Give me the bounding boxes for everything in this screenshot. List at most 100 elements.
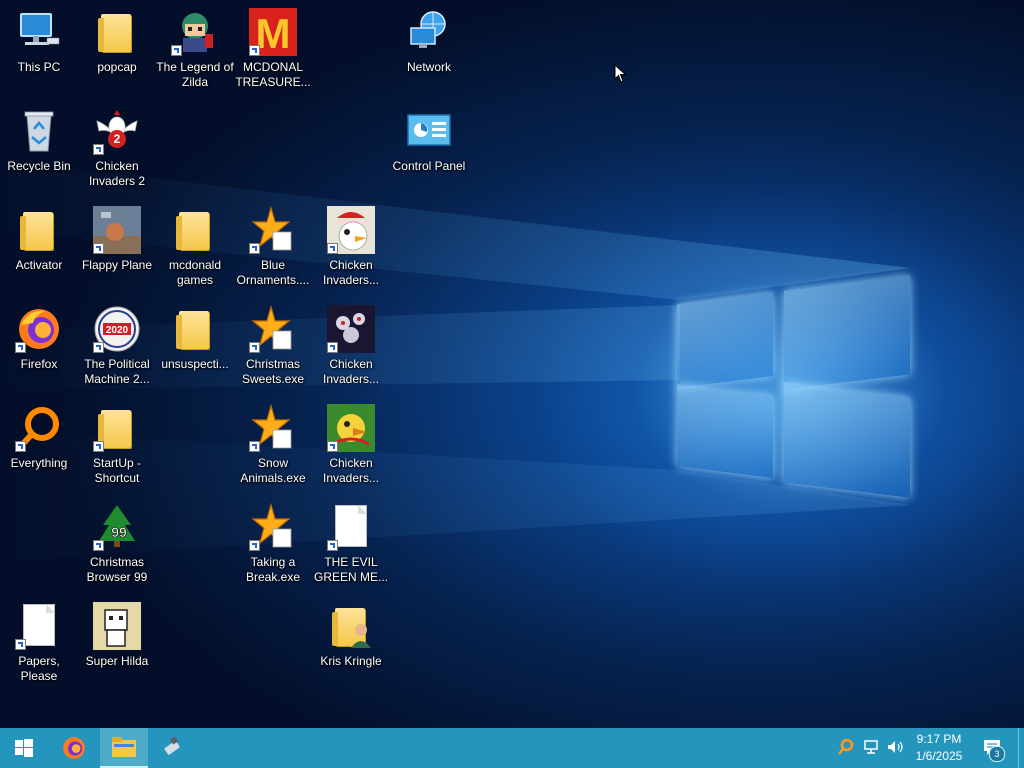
shortcut-arrow-icon [93,144,104,155]
legend-of-zilda-label: The Legend of Zilda [156,60,234,89]
desktop-icon-mcdonal-treasure[interactable]: M MCDONAL TREASURE... [234,8,312,90]
start-button[interactable] [0,728,48,768]
chicken-invaders-icon [327,305,375,353]
shortcut-arrow-icon [249,441,260,452]
shortcut-arrow-icon [171,45,182,56]
this-pc-icon [15,8,63,56]
taskbar-file-explorer-button[interactable] [100,728,148,768]
desktop-icon-chicken-invaders-2[interactable]: 2 Chicken Invaders 2 [78,107,156,189]
flappy-plane-icon [93,206,141,254]
desktop-icon-everything[interactable]: Everything [0,404,78,471]
unsuspecti-label: unsuspecti... [161,357,229,371]
network-label: Network [406,60,451,74]
desktop-icon-kris-kringle[interactable]: Kris Kringle [312,602,390,669]
christmas-sweets-label: Christmas Sweets.exe [241,357,305,386]
logo-pane-top-left [677,292,773,388]
folder-icon [15,206,63,254]
logo-pane-bottom-left [677,384,773,478]
desktop-icon-popcap[interactable]: popcap [78,8,156,75]
taskbar-clock[interactable]: 9:17 PM 1/6/2025 [906,731,972,765]
desktop-icon-blue-ornaments[interactable]: Blue Ornaments.... [234,205,312,288]
desktop-icon-unsuspecti[interactable]: unsuspecti... [156,305,234,372]
desktop-icon-papers-please[interactable]: Papers, Please [0,602,78,684]
desktop-icon-firefox[interactable]: Firefox [0,305,78,372]
desktop-icon-legend-of-zilda[interactable]: The Legend of Zilda [156,8,234,90]
shortcut-arrow-icon [93,441,104,452]
shortcut-arrow-icon [249,540,260,551]
windows-start-icon [15,739,33,757]
desktop-icon-chicken-invaders-c[interactable]: Chicken Invaders... [312,404,390,486]
file-explorer-icon [112,737,136,757]
popcap-game-icon [249,502,297,551]
startup-shortcut-label: StartUp - Shortcut [92,456,141,485]
notification-center-button[interactable]: 3 [982,738,1005,762]
desktop-icon-flappy-plane[interactable]: Flappy Plane [78,206,156,273]
notification-count-badge: 3 [989,746,1005,762]
clock-date: 1/6/2025 [915,749,963,763]
christmas-tree-icon: 99 [93,503,141,551]
desktop-icon-snow-animals[interactable]: Snow Animals.exe [234,403,312,486]
chicken-invaders-icon [327,404,375,452]
desktop-icon-startup-shortcut[interactable]: StartUp - Shortcut [78,404,156,486]
volume-tray-icon[interactable] [885,738,905,758]
usb-drive-icon [164,737,180,755]
mcdonalds-logo-letter: M [256,10,291,56]
taskbar-usb-button[interactable] [150,728,198,768]
shortcut-arrow-icon [249,243,260,254]
desktop-icon-control-panel[interactable]: Control Panel [390,107,468,174]
shortcut-arrow-icon [15,342,26,353]
network-tray-icon[interactable] [861,738,881,758]
control-panel-label: Control Panel [392,159,466,173]
desktop-icon-chicken-invaders-a[interactable]: Chicken Invaders... [312,206,390,288]
shortcut-arrow-icon [327,441,338,452]
desktop-icon-this-pc[interactable]: This PC [0,8,78,75]
taskbar: 9:17 PM 1/6/2025 3 [0,728,1024,768]
search-tray-icon[interactable] [836,738,856,758]
firefox-label: Firefox [20,357,58,371]
desktop-icon-activator[interactable]: Activator [0,206,78,273]
document-icon [15,602,63,650]
shortcut-arrow-icon [93,342,104,353]
legend-of-zilda-icon [171,8,219,56]
political-machine-icon: 2020 [93,305,141,353]
shortcut-arrow-icon [93,540,104,551]
chicken-number-badge: 2 [114,132,121,146]
browser-number-badge: 99 [111,524,127,540]
desktop-icon-network[interactable]: Network [390,8,468,75]
recycle-bin-label: Recycle Bin [7,159,71,173]
desktop-icon-christmas-sweets[interactable]: Christmas Sweets.exe [234,304,312,387]
desktop-icon-taking-a-break[interactable]: Taking a Break.exe [234,502,312,585]
folder-icon [171,206,219,254]
control-panel-icon [405,107,453,155]
blue-ornaments-label: Blue Ornaments.... [236,258,310,287]
political-machine-label: The Political Machine 2... [84,357,150,386]
desktop-icon-political-machine[interactable]: 2020 The Political Machine 2... [78,305,156,387]
taskbar-firefox-button[interactable] [50,728,98,768]
shortcut-arrow-icon [93,243,104,254]
desktop-icon-christmas-browser[interactable]: 99 Christmas Browser 99 [78,503,156,585]
mcdonald-games-label: mcdonald games [168,258,222,287]
desktop-icon-recycle-bin[interactable]: Recycle Bin [0,107,78,174]
recycle-bin-icon [15,107,63,155]
document-icon [327,503,375,551]
taking-a-break-label: Taking a Break.exe [245,555,301,584]
show-desktop-button[interactable] [1018,728,1024,768]
shortcut-arrow-icon [327,342,338,353]
shortcut-arrow-icon [249,342,260,353]
mcdonalds-logo-icon: M [249,8,297,57]
desktop-icon-mcdonald-games[interactable]: mcdonald games [156,206,234,288]
desktop-icon-evil-green[interactable]: THE EVIL GREEN ME... [312,503,390,585]
shortcut-arrow-icon [327,540,338,551]
desktop[interactable]: This PC Recycle Bin Activator Firefox Ev… [0,0,1024,728]
popcap-game-icon [249,205,297,254]
desktop-icon-chicken-invaders-b[interactable]: Chicken Invaders... [312,305,390,387]
kris-kringle-label: Kris Kringle [320,654,382,668]
shortcut-arrow-icon [327,243,338,254]
super-hilda-icon [93,602,141,650]
popcap-game-icon [249,403,297,452]
desktop-icon-super-hilda[interactable]: Super Hilda [78,602,156,669]
chicken-invaders-2-label: Chicken Invaders 2 [88,159,146,188]
shortcut-arrow-icon [15,639,26,650]
clock-time: 9:17 PM [916,732,962,746]
christmas-browser-label: Christmas Browser 99 [86,555,148,584]
